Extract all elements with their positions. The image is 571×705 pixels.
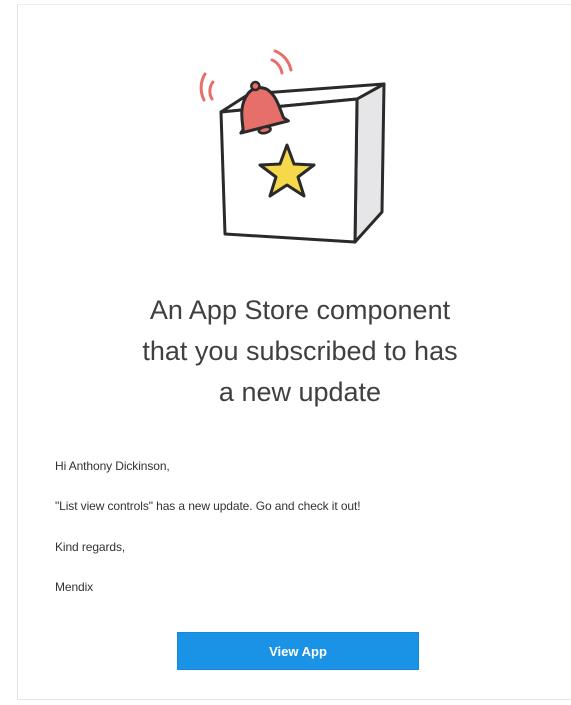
- headline-line-3: a new update: [218, 377, 382, 407]
- headline-line-2: that you subscribed to has: [142, 336, 458, 366]
- box-side-face: [353, 82, 386, 244]
- greeting-text: Hi Anthony Dickinson,: [55, 459, 170, 473]
- view-app-button[interactable]: View App: [177, 632, 419, 670]
- regards-text: Kind regards,: [55, 540, 126, 554]
- headline-line-1: An App Store component: [149, 295, 451, 325]
- box-illustration: [199, 49, 386, 244]
- signoff-text: Mendix: [55, 580, 94, 594]
- view-app-button-label: View App: [269, 643, 327, 659]
- update-message-text: "List view controls" has a new update. G…: [55, 499, 361, 513]
- headline: An App Store component that you subscrib…: [0, 290, 571, 413]
